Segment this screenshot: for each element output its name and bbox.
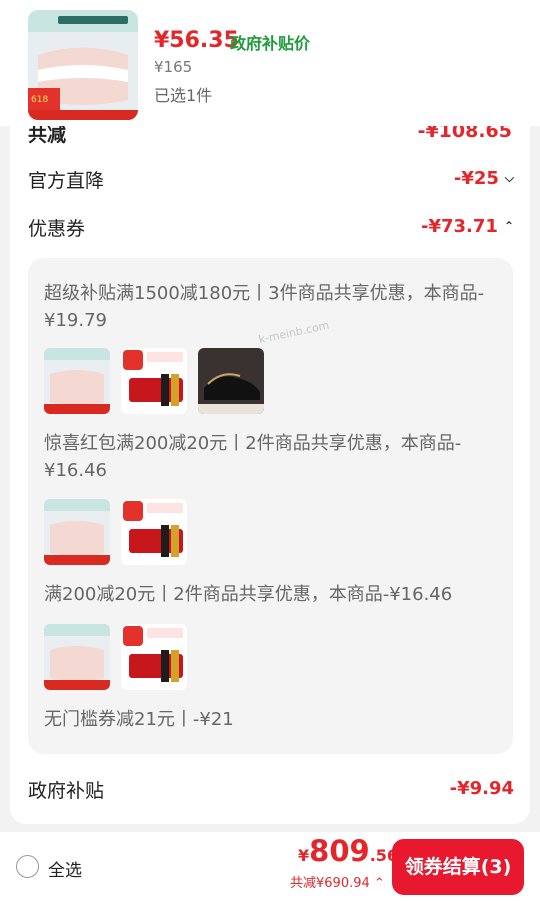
official-discount-row[interactable]: 官方直降 -¥25 ⌵ <box>28 166 514 196</box>
official-discount-value: -¥25 <box>453 168 499 189</box>
coupon-item-shoes-image[interactable] <box>198 348 264 414</box>
select-all-label[interactable]: 全选 <box>48 856 82 881</box>
coupon-item-battery-image[interactable] <box>121 348 187 414</box>
subsidy-price-tag: 政府补贴价 <box>230 34 311 53</box>
checkout-bar: 全选 ¥809.56 共减¥690.94 ⌃ 领券结算(3) <box>0 832 540 901</box>
coupon-text-4: 无门槛券减21元丨-¥21 <box>44 709 234 730</box>
gov-subsidy-label: 政府补贴 <box>28 780 105 802</box>
total-price: ¥809.56 <box>298 834 399 868</box>
coupon-label: 优惠券 <box>28 218 86 240</box>
coupon-item-blanket-image[interactable] <box>44 499 110 565</box>
product-header: 618 ¥56.35 政府补贴价 ¥165 已选1件 <box>0 0 540 126</box>
coupon-item-blanket-image[interactable] <box>44 348 110 414</box>
svg-text:618: 618 <box>31 95 48 105</box>
coupon-item-battery-image[interactable] <box>121 624 187 690</box>
original-price: ¥165 <box>154 58 193 76</box>
chevron-down-icon: ⌵ <box>504 171 514 185</box>
coupon-text-1: 超级补贴满1500减180元丨3件商品共享优惠，本商品-¥19.79 <box>44 283 485 331</box>
coupon-value: -¥73.71 <box>421 216 498 237</box>
gov-subsidy-row: 政府补贴 -¥9.94 <box>28 776 514 806</box>
selected-count: 已选1件 <box>154 86 213 105</box>
chevron-up-icon: ⌃ <box>369 876 385 891</box>
coupon-item-battery-image[interactable] <box>121 499 187 565</box>
gov-subsidy-value: -¥9.94 <box>449 778 514 799</box>
official-discount-label: 官方直降 <box>28 170 105 192</box>
chevron-up-icon: ⌃ <box>503 219 514 233</box>
checkout-button[interactable]: 领券结算(3) <box>392 839 524 895</box>
coupon-text-3: 满200减20元丨2件商品共享优惠，本商品-¥16.46 <box>44 584 453 605</box>
coupon-row[interactable]: 优惠券 -¥73.71 ⌃ <box>28 214 514 244</box>
select-all-radio[interactable] <box>16 855 39 878</box>
product-price: ¥56.35 <box>154 28 239 53</box>
coupon-item-blanket-image[interactable] <box>44 624 110 690</box>
product-thumbnail[interactable]: 618 <box>28 10 138 120</box>
coupon-text-2: 惊喜红包满200减20元丨2件商品共享优惠，本商品-¥16.46 <box>44 433 462 481</box>
total-reduction-summary[interactable]: 共减¥690.94 ⌃ <box>290 872 385 891</box>
